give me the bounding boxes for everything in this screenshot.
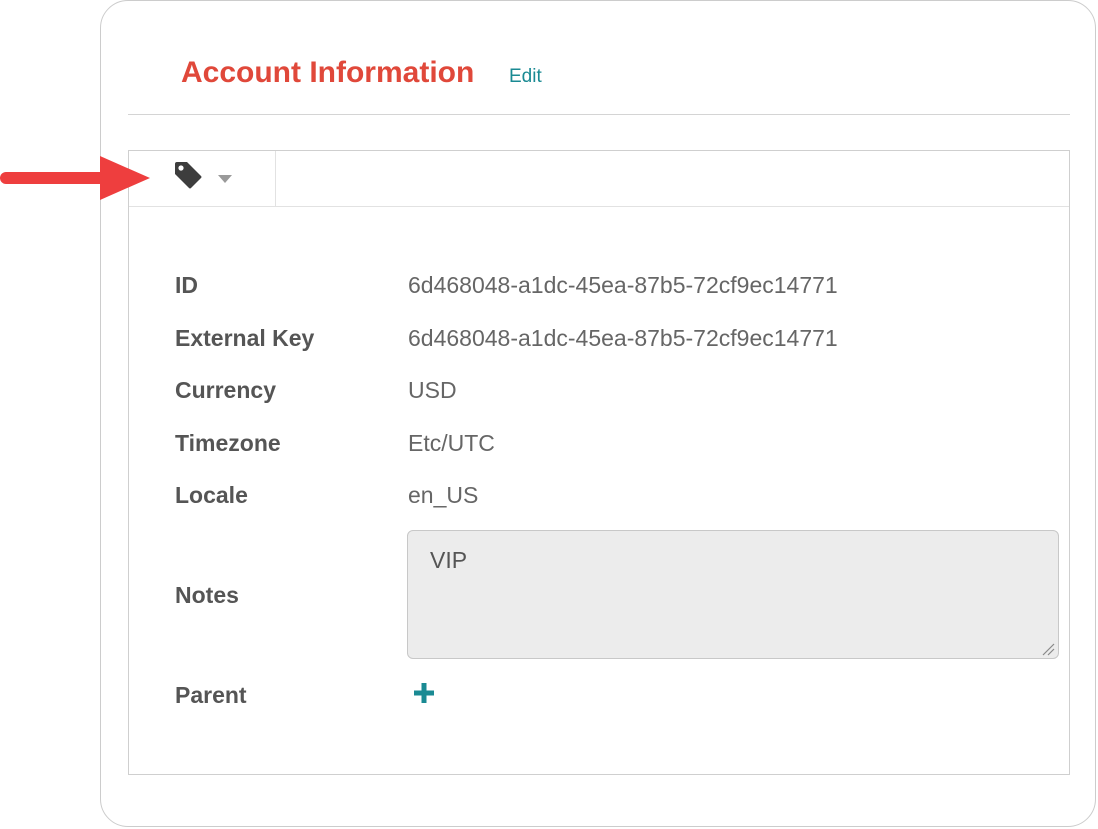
- external-key-value: 6d468048-a1dc-45ea-87b5-72cf9ec14771: [408, 325, 838, 351]
- edit-link[interactable]: Edit: [509, 66, 542, 88]
- external-key-label: External Key: [175, 325, 315, 351]
- red-arrow-icon: [0, 156, 150, 200]
- notes-label: Notes: [175, 582, 239, 608]
- locale-label: Locale: [175, 482, 248, 508]
- timezone-value: Etc/UTC: [408, 430, 495, 456]
- panel-toolbar: [129, 151, 1069, 207]
- account-details-panel: [128, 150, 1070, 775]
- currency-label: Currency: [175, 377, 276, 403]
- timezone-label: Timezone: [175, 430, 281, 456]
- parent-label: Parent: [175, 682, 247, 708]
- plus-icon[interactable]: [414, 683, 434, 703]
- tag-icon: [175, 162, 202, 189]
- notes-textarea[interactable]: VIP: [407, 530, 1059, 659]
- currency-value: USD: [408, 377, 457, 403]
- id-value: 6d468048-a1dc-45ea-87b5-72cf9ec14771: [408, 272, 838, 298]
- header-divider: [128, 114, 1070, 115]
- page-title: Account Information: [181, 56, 475, 89]
- locale-value: en_US: [408, 482, 479, 508]
- caret-down-icon: [218, 175, 232, 183]
- id-label: ID: [175, 272, 198, 298]
- resize-grip-icon[interactable]: [1039, 640, 1055, 656]
